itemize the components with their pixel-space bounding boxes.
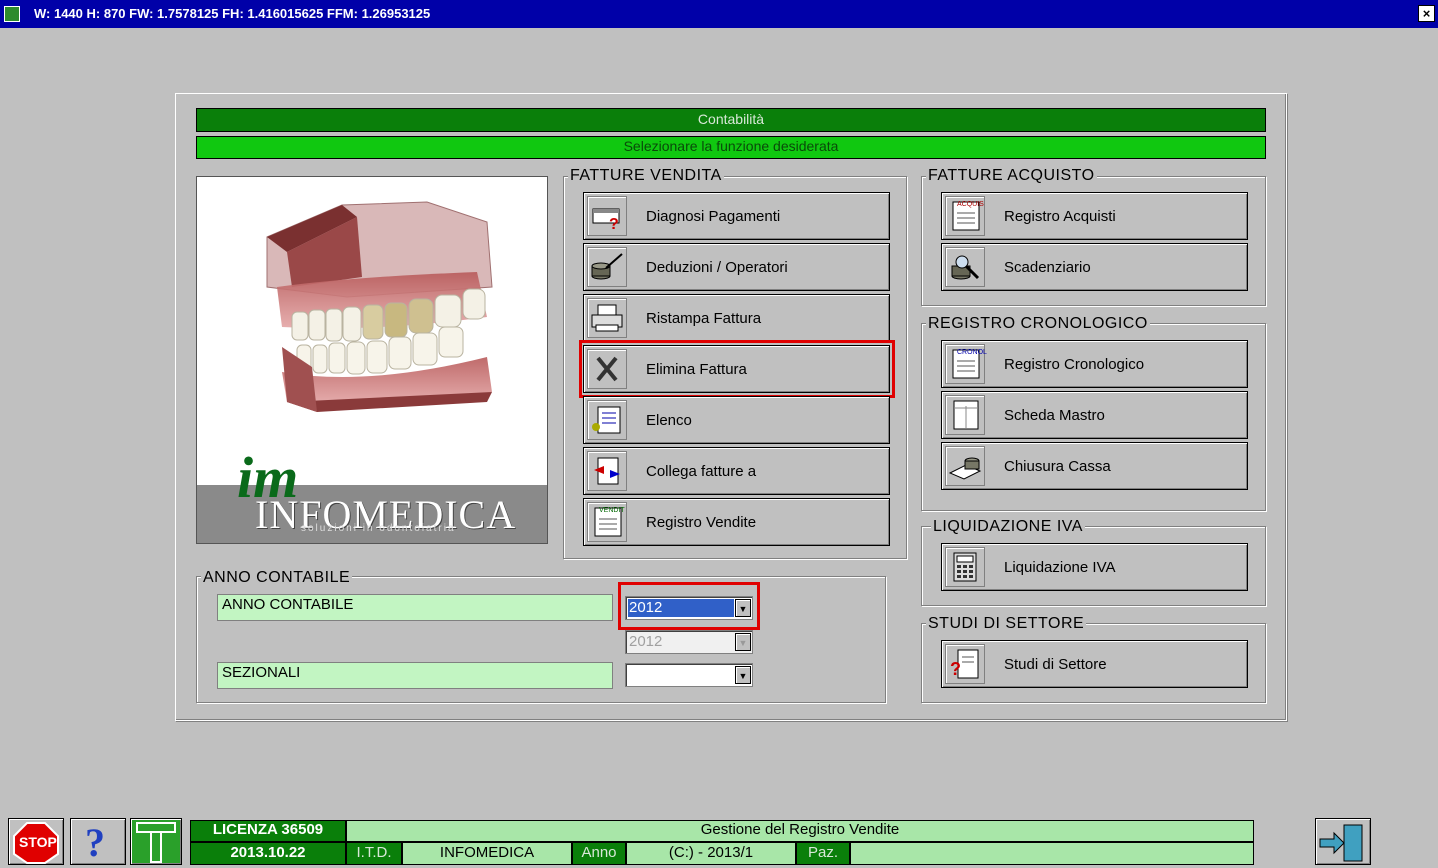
group-title-acquisto: FATTURE ACQUISTO: [926, 167, 1097, 185]
coins-search-icon: [945, 247, 985, 287]
icon-badge: VENDIT: [599, 507, 625, 514]
t-logo-icon: [136, 822, 176, 863]
list-icon: [587, 400, 627, 440]
button-label: Registro Vendite: [646, 514, 757, 531]
elimina-fattura-button[interactable]: Elimina Fattura: [583, 345, 890, 393]
exit-button[interactable]: [1315, 818, 1371, 865]
group-title-anno: ANNO CONTABILE: [201, 569, 353, 587]
group-title-cronologico: REGISTRO CRONOLOGICO: [926, 315, 1150, 333]
registro-vendite-button[interactable]: VENDIT Registro Vendite: [583, 498, 890, 546]
svg-text:?: ?: [950, 659, 961, 679]
t-logo-button[interactable]: [130, 818, 182, 865]
help-button[interactable]: ?: [70, 818, 126, 865]
licenza-label: LICENZA 36509: [190, 820, 346, 842]
group-title-vendita: FATTURE VENDITA: [568, 167, 724, 185]
button-label: Collega fatture a: [646, 463, 757, 480]
anno-select[interactable]: 2012 ▼: [625, 596, 753, 620]
ledger-card-icon: [945, 395, 985, 435]
exit-door-icon: [1319, 824, 1363, 862]
registro-acquisti-button[interactable]: ACQUIS Registro Acquisti: [941, 192, 1248, 240]
anno-status-label: Anno: [572, 842, 626, 865]
printer-icon: [587, 298, 627, 338]
scadenziario-button[interactable]: Scadenziario: [941, 243, 1248, 291]
dental-logo-image: im INFOMEDICA soluzioni in odontoiatria: [196, 176, 548, 544]
cash-close-icon: [945, 446, 985, 486]
status-description: Gestione del Registro Vendite: [346, 820, 1254, 842]
chevron-down-icon: ▼: [735, 633, 751, 651]
coins-syringe-icon: [587, 247, 627, 287]
chevron-down-icon[interactable]: ▼: [735, 666, 751, 684]
icon-badge: CRONOL: [957, 349, 987, 356]
company-label: INFOMEDICA: [402, 842, 572, 865]
chevron-down-icon[interactable]: ▼: [735, 599, 751, 617]
date-label: 2013.10.22: [190, 842, 346, 865]
button-label: Scheda Mastro: [1004, 407, 1105, 424]
ristampa-fattura-button[interactable]: Ristampa Fattura: [583, 294, 890, 342]
icon-badge: ACQUIS: [957, 201, 984, 208]
link-invoice-icon: [587, 451, 627, 491]
window-title: W: 1440 H: 870 FW: 1.7578125 FH: 1.41601…: [34, 6, 431, 21]
button-label: Liquidazione IVA: [1004, 559, 1116, 576]
button-label: Scadenziario: [1004, 259, 1091, 276]
chiusura-cassa-button[interactable]: Chiusura Cassa: [941, 442, 1248, 490]
liquidazione-iva-button[interactable]: Liquidazione IVA: [941, 543, 1248, 591]
diagnosi-pagamenti-button[interactable]: ? Diagnosi Pagamenti: [583, 192, 890, 240]
group-title-studi: STUDI DI SETTORE: [926, 615, 1087, 633]
elenco-button[interactable]: Elenco: [583, 396, 890, 444]
invoice-question-icon: ?: [587, 196, 627, 236]
paz-label: Paz.: [796, 842, 850, 865]
collega-fatture-button[interactable]: Collega fatture a: [583, 447, 890, 495]
question-mark-icon: ?: [85, 820, 105, 865]
calculator-icon: [945, 547, 985, 587]
anno-contabile-label: ANNO CONTABILE: [217, 594, 613, 621]
button-label: Studi di Settore: [1004, 656, 1107, 673]
sezionali-select[interactable]: ▼: [625, 663, 753, 687]
app-icon[interactable]: [4, 6, 20, 22]
button-label: Ristampa Fattura: [646, 310, 762, 327]
button-label: Elenco: [646, 412, 692, 429]
anno-disabled-value: 2012: [629, 633, 663, 650]
button-label: Elimina Fattura: [646, 361, 747, 378]
anno-select-value: 2012: [629, 599, 663, 616]
stop-button[interactable]: STOP: [8, 818, 64, 865]
itd-label: I.T.D.: [346, 842, 402, 865]
studi-settore-button[interactable]: ? Studi di Settore: [941, 640, 1248, 688]
title-bar: W: 1440 H: 870 FW: 1.7578125 FH: 1.41601…: [0, 0, 1438, 28]
scheda-mastro-button[interactable]: Scheda Mastro: [941, 391, 1248, 439]
page-subtitle: Selezionare la funzione desiderata: [196, 136, 1266, 159]
button-label: Registro Cronologico: [1004, 356, 1145, 373]
group-title-iva: LIQUIDAZIONE IVA: [931, 518, 1085, 536]
registro-cronologico-button[interactable]: CRONOL Registro Cronologico: [941, 340, 1248, 388]
drive-label: (C:) - 2013/1: [626, 842, 796, 865]
teeth-model-icon: im: [197, 201, 547, 543]
deduzioni-operatori-button[interactable]: Deduzioni / Operatori: [583, 243, 890, 291]
page-title: Contabilità: [196, 108, 1266, 132]
anno-select-disabled: 2012 ▼: [625, 630, 753, 654]
document-question-icon: ?: [945, 644, 985, 684]
button-label: Deduzioni / Operatori: [646, 259, 788, 276]
paz-value: [850, 842, 1254, 865]
button-label: Diagnosi Pagamenti: [646, 208, 781, 225]
button-label: Registro Acquisti: [1004, 208, 1116, 225]
svg-text:?: ?: [609, 216, 619, 231]
button-label: Chiusura Cassa: [1004, 458, 1111, 475]
scissors-icon: [587, 349, 627, 389]
logo-tagline: soluzioni in odontoiatria: [301, 523, 456, 534]
close-button[interactable]: ×: [1418, 5, 1435, 22]
stop-label: STOP: [19, 834, 57, 850]
sezionali-label: SEZIONALI: [217, 662, 613, 689]
